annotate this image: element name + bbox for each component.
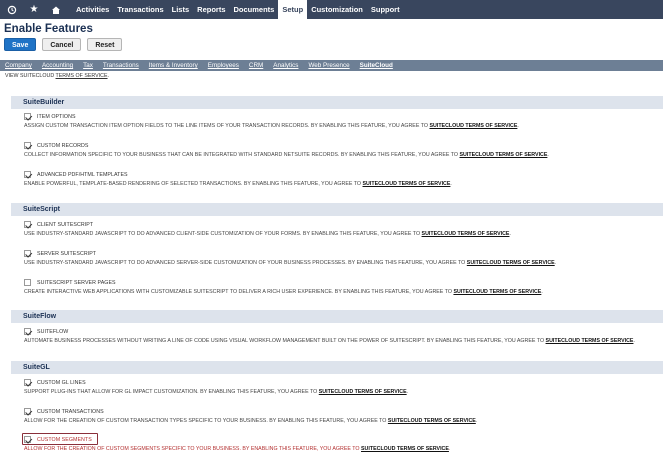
suitecloud-terms-link[interactable]: SUITECLOUD TERMS OF SERVICE	[388, 418, 476, 424]
section-header-suiteflow[interactable]: SuiteFlow	[11, 310, 663, 323]
nav-setup[interactable]: Setup	[278, 0, 308, 19]
tab-items-inventory[interactable]: Items & Inventory	[149, 62, 198, 69]
feature-label: ADVANCED PDF/HTML TEMPLATES	[37, 171, 128, 178]
feature-tabs: Company Accounting Tax Transactions Item…	[0, 60, 663, 71]
action-buttons: Save Cancel Reset	[4, 38, 123, 51]
star-icon[interactable]: ★	[26, 0, 42, 19]
section-header-suitebuilder[interactable]: SuiteBuilder	[11, 96, 663, 109]
feature-description: ALLOW FOR THE CREATION OF CUSTOM SEGMENT…	[24, 446, 451, 452]
feature-label: SUITEFLOW	[37, 328, 69, 335]
feature-suitescript-server-pages: SUITESCRIPT SERVER PAGES CREATE INTERACT…	[24, 278, 663, 295]
suitecloud-terms-link[interactable]: SUITECLOUD TERMS OF SERVICE	[453, 289, 541, 295]
feature-advanced-pdf-templates: ADVANCED PDF/HTML TEMPLATES ENABLE POWER…	[24, 170, 663, 187]
tab-accounting[interactable]: Accounting	[42, 62, 73, 69]
feature-description: SUPPORT PLUG-INS THAT ALLOW FOR GL IMPAC…	[24, 389, 409, 395]
suitecloud-terms-link[interactable]: SUITECLOUD TERMS OF SERVICE	[361, 446, 449, 452]
section-title: SuiteGL	[23, 364, 50, 371]
suitecloud-terms-link[interactable]: SUITECLOUD TERMS OF SERVICE	[319, 389, 407, 395]
tab-web-presence[interactable]: Web Presence	[308, 62, 349, 69]
section-title: SuiteBuilder	[23, 99, 65, 106]
section-header-suitescript[interactable]: SuiteScript	[11, 203, 663, 216]
suitecloud-terms-link[interactable]: SUITECLOUD TERMS OF SERVICE	[460, 152, 548, 158]
suitecloud-terms-link[interactable]: SUITECLOUD TERMS OF SERVICE	[422, 231, 510, 237]
custom-segments-checkbox[interactable]	[24, 436, 31, 443]
feature-label: CUSTOM TRANSACTIONS	[37, 408, 104, 415]
tab-tax[interactable]: Tax	[83, 62, 93, 69]
nav-lists[interactable]: Lists	[168, 0, 194, 19]
feature-label: SERVER SUITESCRIPT	[37, 250, 97, 257]
recent-records-icon[interactable]	[4, 0, 20, 19]
nav-reports[interactable]: Reports	[193, 0, 229, 19]
nav-documents[interactable]: Documents	[230, 0, 279, 19]
feature-custom-segments: CUSTOM SEGMENTS ALLOW FOR THE CREATION O…	[24, 435, 663, 452]
feature-label: CUSTOM GL LINES	[37, 379, 86, 386]
tab-transactions[interactable]: Transactions	[103, 62, 139, 69]
reset-button[interactable]: Reset	[87, 38, 123, 51]
feature-custom-gl-lines: CUSTOM GL LINES SUPPORT PLUG-INS THAT AL…	[24, 378, 663, 395]
terms-of-service-link[interactable]: TERMS OF SERVICE	[56, 73, 108, 79]
advanced-pdf-templates-checkbox[interactable]	[24, 171, 31, 178]
nav-support[interactable]: Support	[367, 0, 404, 19]
custom-records-checkbox[interactable]	[24, 142, 31, 149]
tab-company[interactable]: Company	[5, 62, 32, 69]
section-title: SuiteFlow	[23, 313, 57, 320]
feature-description: ASSIGN CUSTOM TRANSACTION ITEM OPTION FI…	[24, 123, 519, 129]
section-title: SuiteScript	[23, 206, 60, 213]
suitecloud-terms-link[interactable]: SUITECLOUD TERMS OF SERVICE	[363, 181, 451, 187]
feature-description: ALLOW FOR THE CREATION OF CUSTOM TRANSAC…	[24, 418, 478, 424]
feature-description: USE INDUSTRY-STANDARD JAVASCRIPT TO DO A…	[24, 260, 557, 266]
main-menu: Activities Transactions Lists Reports Do…	[72, 0, 404, 19]
cancel-button[interactable]: Cancel	[42, 38, 82, 51]
item-options-checkbox[interactable]	[24, 113, 31, 120]
feature-label: SUITESCRIPT SERVER PAGES	[37, 279, 116, 286]
feature-description: CREATE INTERACTIVE WEB APPLICATIONS WITH…	[24, 289, 543, 295]
nav-customization[interactable]: Customization	[307, 0, 367, 19]
suitecloud-terms-link[interactable]: SUITECLOUD TERMS OF SERVICE	[429, 123, 517, 129]
save-button[interactable]: Save	[4, 38, 37, 51]
top-navigation: ★ Activities Transactions Lists Reports …	[0, 0, 663, 19]
suiteflow-checkbox[interactable]	[24, 328, 31, 335]
terms-prefix: VIEW SUITECLOUD	[5, 73, 56, 79]
suitescript-server-pages-checkbox[interactable]	[24, 279, 31, 286]
home-icon[interactable]	[48, 0, 64, 19]
nav-activities[interactable]: Activities	[72, 0, 113, 19]
feature-item-options: ITEM OPTIONS ASSIGN CUSTOM TRANSACTION I…	[24, 112, 663, 129]
client-suitescript-checkbox[interactable]	[24, 221, 31, 228]
terms-line: VIEW SUITECLOUD TERMS OF SERVICE.	[5, 73, 109, 79]
feature-suiteflow: SUITEFLOW AUTOMATE BUSINESS PROCESSES WI…	[24, 327, 663, 344]
tab-suitecloud[interactable]: SuiteCloud	[360, 62, 393, 69]
feature-label: ITEM OPTIONS	[37, 113, 76, 120]
page-title: Enable Features	[4, 23, 93, 35]
feature-description: AUTOMATE BUSINESS PROCESSES WITHOUT WRIT…	[24, 338, 635, 344]
custom-gl-lines-checkbox[interactable]	[24, 379, 31, 386]
tab-employees[interactable]: Employees	[208, 62, 239, 69]
tab-analytics[interactable]: Analytics	[273, 62, 298, 69]
tab-crm[interactable]: CRM	[249, 62, 263, 69]
custom-transactions-checkbox[interactable]	[24, 408, 31, 415]
feature-client-suitescript: CLIENT SUITESCRIPT USE INDUSTRY-STANDARD…	[24, 220, 663, 237]
feature-description: ENABLE POWERFUL, TEMPLATE-BASED RENDERIN…	[24, 181, 452, 187]
feature-label: CLIENT SUITESCRIPT	[37, 221, 94, 228]
nav-transactions[interactable]: Transactions	[113, 0, 167, 19]
feature-label: CUSTOM SEGMENTS	[37, 436, 92, 443]
feature-description: USE INDUSTRY-STANDARD JAVASCRIPT TO DO A…	[24, 231, 511, 237]
suitecloud-terms-link[interactable]: SUITECLOUD TERMS OF SERVICE	[467, 260, 555, 266]
feature-server-suitescript: SERVER SUITESCRIPT USE INDUSTRY-STANDARD…	[24, 249, 663, 266]
feature-description: COLLECT INFORMATION SPECIFIC TO YOUR BUS…	[24, 152, 549, 158]
terms-suffix: .	[107, 73, 110, 79]
server-suitescript-checkbox[interactable]	[24, 250, 31, 257]
section-header-suitegl[interactable]: SuiteGL	[11, 361, 663, 374]
feature-custom-records: CUSTOM RECORDS COLLECT INFORMATION SPECI…	[24, 141, 663, 158]
feature-custom-transactions: CUSTOM TRANSACTIONS ALLOW FOR THE CREATI…	[24, 407, 663, 424]
suitecloud-terms-link[interactable]: SUITECLOUD TERMS OF SERVICE	[546, 338, 634, 344]
feature-label: CUSTOM RECORDS	[37, 142, 89, 149]
